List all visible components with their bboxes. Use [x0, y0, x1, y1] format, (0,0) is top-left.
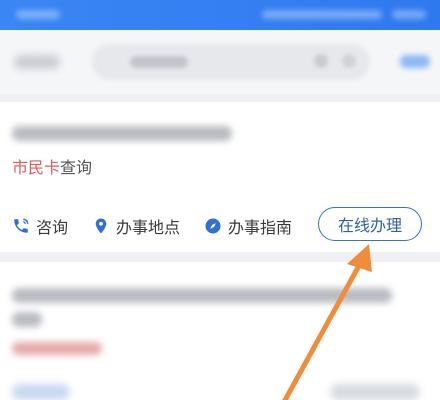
scan-icon[interactable]: [314, 54, 328, 68]
status-info-blurred: [262, 10, 382, 19]
compass-icon: [204, 217, 222, 235]
tag-blurred: [12, 342, 102, 355]
apply-online-button[interactable]: 在线办理: [318, 207, 422, 241]
service-guide-button[interactable]: 办事指南: [204, 214, 292, 238]
service-location-label: 办事地点: [116, 218, 181, 237]
status-battery-blurred: [392, 10, 426, 19]
service-tag-line: 市民卡查询: [12, 154, 92, 178]
service-guide-label: 办事指南: [228, 218, 293, 237]
tag-category: 市民卡: [12, 158, 61, 177]
consult-label: 咨询: [36, 218, 69, 237]
service-location-button[interactable]: 办事地点: [92, 214, 180, 238]
service-card-2[interactable]: [0, 262, 440, 400]
tag-type: 查询: [60, 158, 93, 177]
service-card[interactable]: 市民卡查询 咨询 办事地点 办事指南 在线办理: [0, 102, 440, 252]
service-title-blurred: [12, 126, 232, 141]
status-bar: [0, 0, 440, 30]
search-button[interactable]: [400, 55, 430, 68]
action-blurred-2[interactable]: [330, 384, 420, 400]
service-actions: 咨询 办事地点 办事指南: [12, 206, 316, 246]
search-input[interactable]: [92, 44, 370, 80]
consult-button[interactable]: 咨询: [12, 214, 68, 238]
search-header: [0, 30, 440, 94]
action-blurred-1[interactable]: [12, 384, 70, 400]
service-title-2-blurred: [12, 288, 392, 303]
city-selector[interactable]: [14, 55, 60, 69]
status-time-blurred: [16, 10, 60, 19]
phone-icon: [12, 217, 30, 235]
service-title-2b-blurred: [12, 312, 42, 327]
location-pin-icon: [92, 217, 110, 235]
voice-icon[interactable]: [342, 54, 356, 68]
search-placeholder-blurred: [130, 56, 188, 68]
